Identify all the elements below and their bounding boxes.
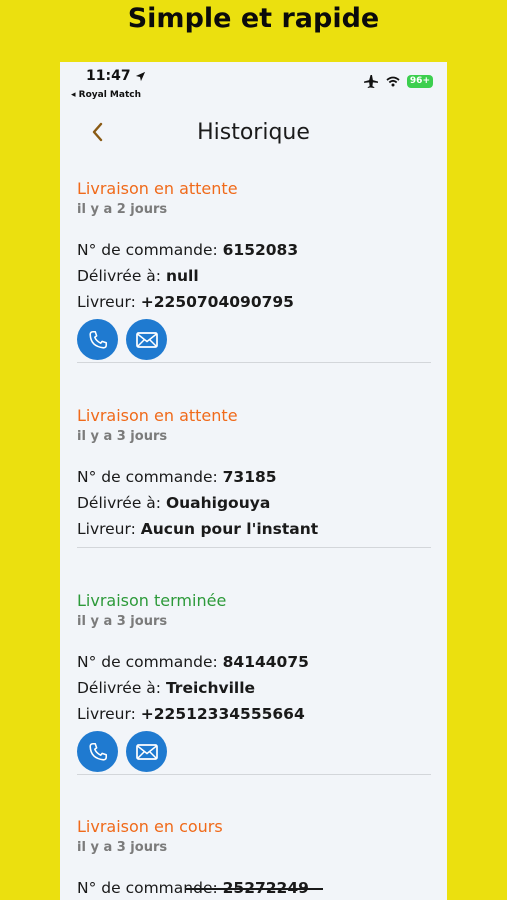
status-time: 11:47 [86,68,146,84]
status-icons: 96+ [363,75,433,88]
promo-banner-title: Simple et rapide [127,3,380,34]
phone-icon [88,330,107,349]
order-date: il y a 3 jours [77,614,168,629]
phone-screen: 11:47 ◂ Royal Match 96+ Historique Livra… [60,62,447,900]
email-button[interactable] [126,731,167,772]
courier-value: +22512334555664 [140,705,305,723]
courier-value: Aucun pour l'instant [140,520,319,538]
delivered-to-label: Délivrée à: [77,267,166,285]
mail-icon [135,331,158,348]
call-button[interactable] [77,731,118,772]
divider [77,547,431,548]
wifi-icon [386,76,400,87]
phone-icon [88,742,107,761]
courier-value: +2250704090795 [140,293,294,311]
order-card[interactable]: Livraison en attente il y a 3 jours N° d… [77,406,431,542]
battery-indicator: 96+ [406,75,433,88]
order-status: Livraison en attente [77,179,238,198]
delivered-to-row: Délivrée à: null [77,263,431,289]
courier-row: Livreur: Aucun pour l'instant [77,516,431,542]
order-number-label: N° de commande: [77,241,223,259]
call-button[interactable] [77,319,118,360]
order-number-value: 84144075 [222,653,309,671]
delivered-to-label: Délivrée à: [77,494,166,512]
page-title: Historique [197,120,310,145]
order-status: Livraison en attente [77,406,238,425]
mail-icon [135,743,158,760]
status-time-label: 11:47 [86,68,131,84]
contact-actions [77,319,431,360]
courier-label: Livreur: [77,520,141,538]
order-date: il y a 2 jours [77,202,168,217]
courier-label: Livreur: [77,293,141,311]
back-to-app-link[interactable]: ◂ Royal Match [71,90,141,100]
order-card[interactable]: Livraison en attente il y a 2 jours N° d… [77,179,431,360]
airplane-icon [363,75,378,88]
courier-row: Livreur: +2250704090795 [77,289,431,315]
order-card[interactable]: Livraison terminée il y a 3 jours N° de … [77,591,431,772]
delivered-to-label: Délivrée à: [77,679,166,697]
delivered-to-row: Délivrée à: Treichville [77,675,431,701]
order-number-label: N° de commande: [77,653,223,671]
courier-row: Livreur: +22512334555664 [77,701,431,727]
delivered-to-value: Treichville [165,679,256,697]
divider [77,362,431,363]
order-date: il y a 3 jours [77,840,168,855]
delivered-to-row: Délivrée à: Ouahigouya [77,490,431,516]
order-number-row: N° de commande: 73185 [77,464,431,490]
order-number-value: 73185 [222,468,277,486]
order-number-row: N° de commande: 84144075 [77,649,431,675]
order-number-label: N° de commande: [77,468,223,486]
order-date: il y a 3 jours [77,429,168,444]
order-status: Livraison en cours [77,817,223,836]
contact-actions [77,731,431,772]
divider [77,774,431,775]
email-button[interactable] [126,319,167,360]
redaction-strike [185,888,323,890]
delivered-to-value: Ouahigouya [165,494,271,512]
courier-label: Livreur: [77,705,141,723]
location-arrow-icon [135,71,145,81]
order-number-value: 6152083 [222,241,299,259]
delivered-to-value: null [165,267,199,285]
order-status: Livraison terminée [77,591,227,610]
order-number-row: N° de commande: 6152083 [77,237,431,263]
